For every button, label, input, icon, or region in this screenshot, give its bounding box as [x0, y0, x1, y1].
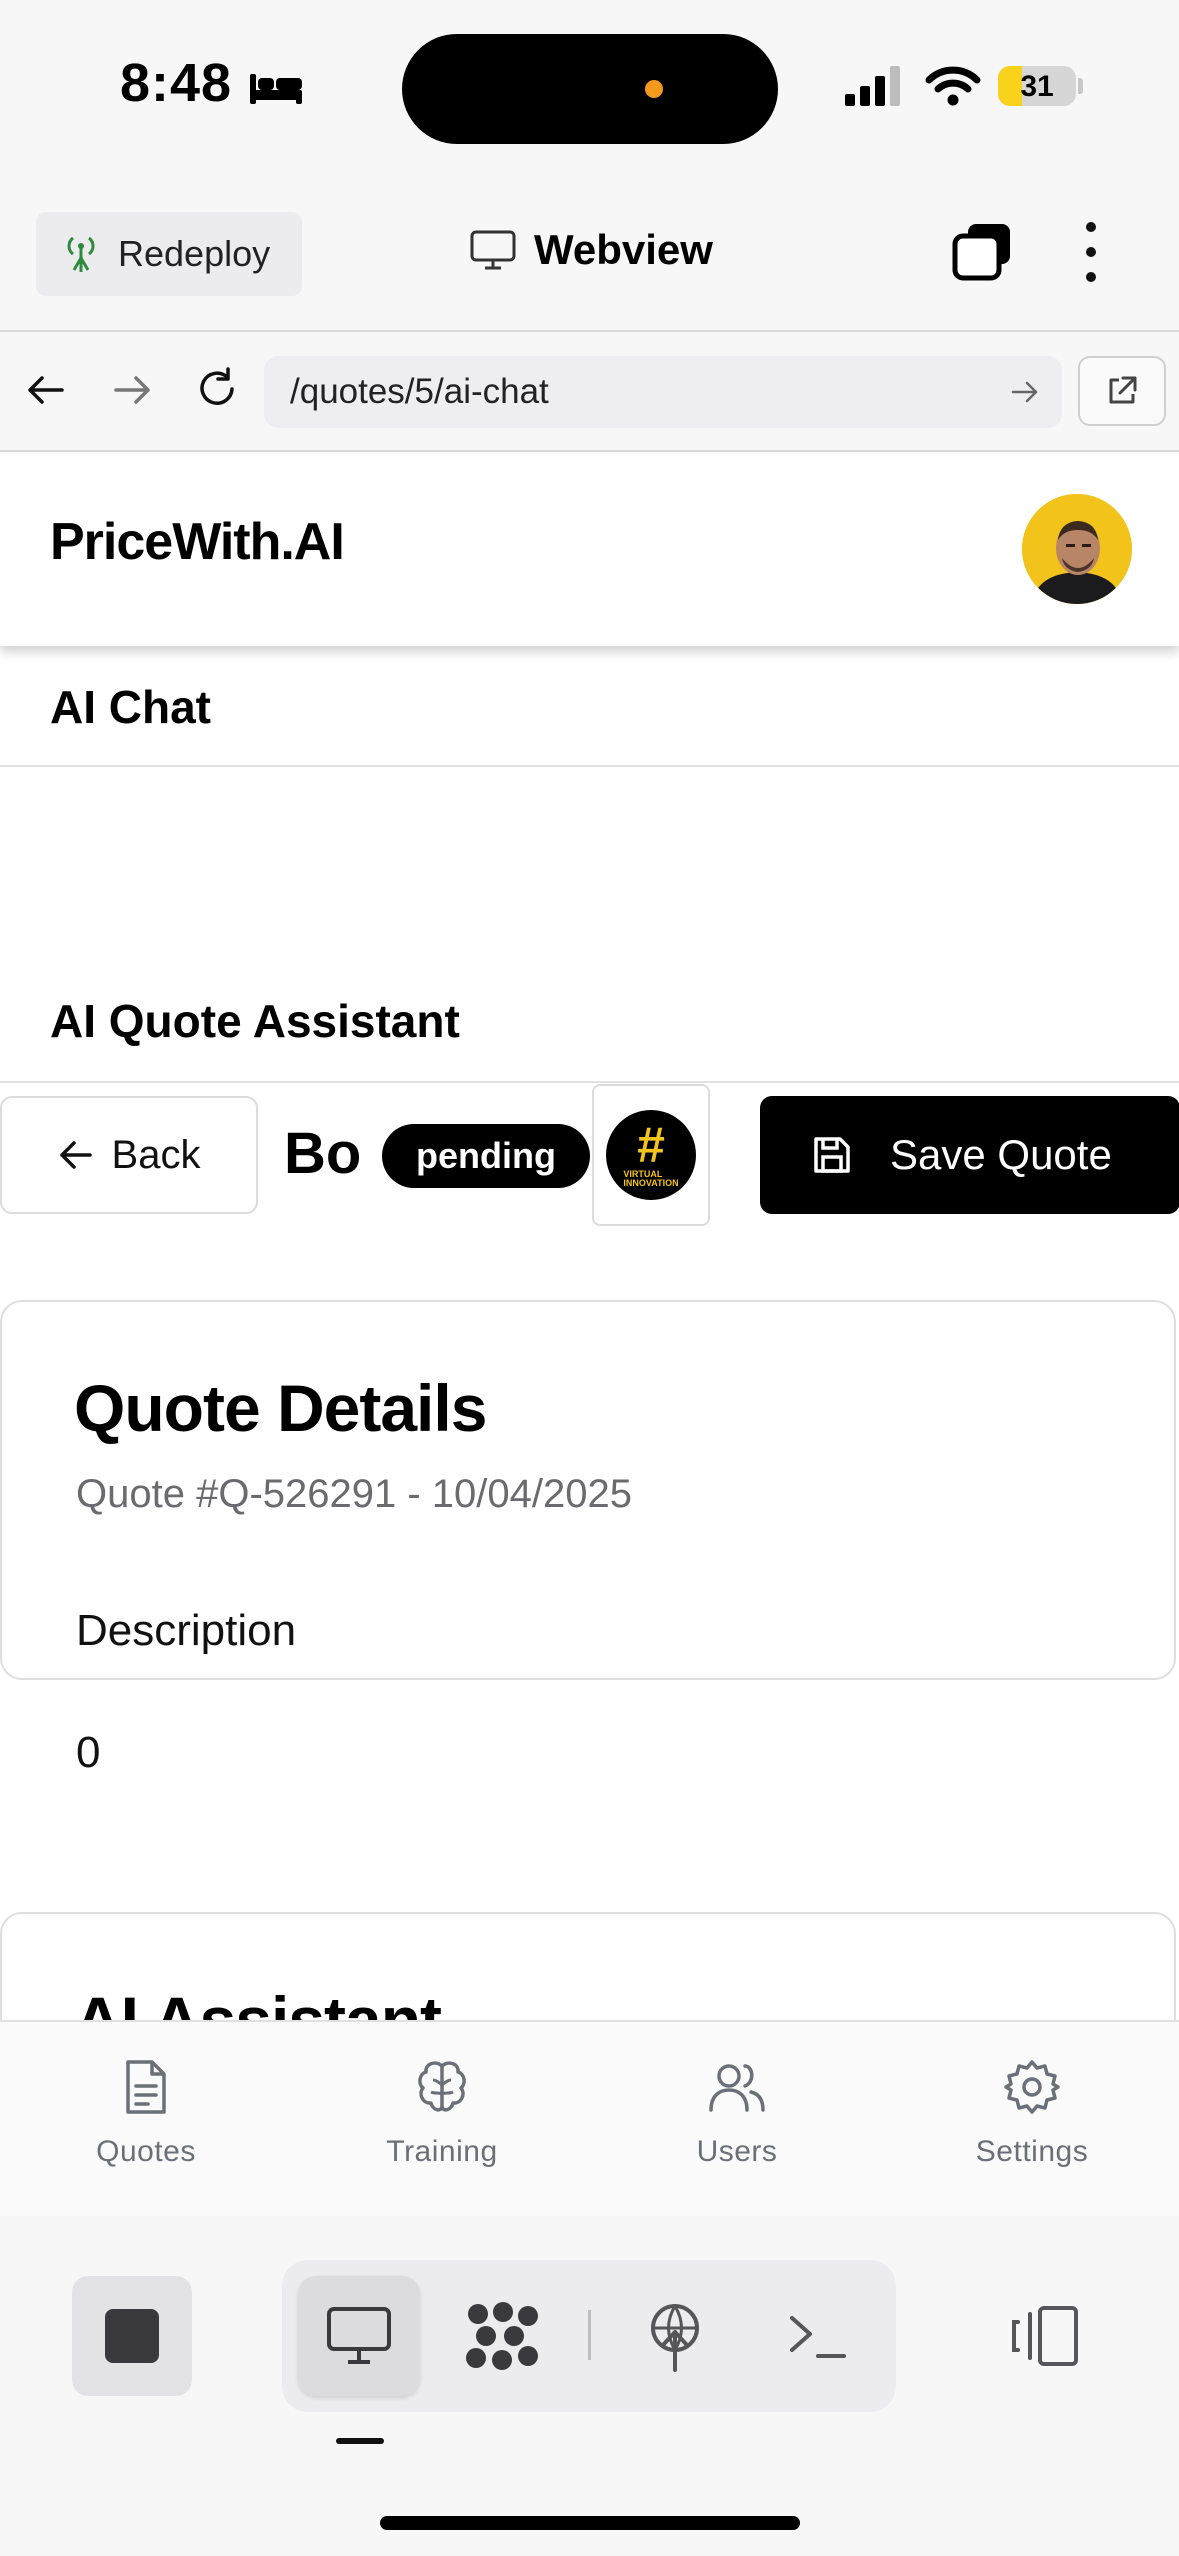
- nav-item-settings[interactable]: Settings: [932, 2058, 1132, 2169]
- browser-back-icon[interactable]: [26, 370, 66, 410]
- cellular-signal-icon: [845, 66, 900, 106]
- webview-title: Webview: [470, 226, 713, 274]
- save-quote-label: Save Quote: [890, 1131, 1112, 1178]
- card-title: AI Assistant: [74, 1983, 442, 2020]
- bottom-nav: Quotes Training Users Settings: [0, 2020, 1179, 2218]
- antenna-icon[interactable]: [642, 2302, 708, 2372]
- divider: [0, 1081, 1179, 1083]
- nav-item-quotes[interactable]: Quotes: [46, 2058, 246, 2169]
- arrow-left-icon: [59, 1141, 92, 1169]
- sleep-focus-icon: [250, 74, 302, 104]
- privacy-indicator: [645, 80, 663, 98]
- save-icon: [814, 1137, 850, 1173]
- webview-page: PriceWith.AI AI Chat AI Quote Assistant …: [0, 452, 1179, 2020]
- avatar[interactable]: [1022, 494, 1132, 604]
- nav-label: Training: [386, 2135, 498, 2168]
- status-badge: pending: [382, 1124, 590, 1188]
- back-button[interactable]: Back: [0, 1096, 258, 1214]
- card-title: Quote Details: [74, 1371, 487, 1445]
- status-time: 8:48: [120, 53, 233, 113]
- url-text: /quotes/5/ai-chat: [290, 372, 549, 411]
- redeploy-button[interactable]: Redeploy: [36, 212, 302, 296]
- document-icon: [126, 2060, 166, 2114]
- stop-button[interactable]: [72, 2276, 192, 2396]
- brand-logo[interactable]: PriceWith.AI: [50, 512, 345, 572]
- monitor-icon: [327, 2307, 391, 2364]
- gear-icon: [1004, 2060, 1060, 2114]
- nav-label: Settings: [975, 2135, 1089, 2168]
- description-value: 0: [76, 1728, 101, 1777]
- company-logo-text: VIRTUAL INNOVATION: [623, 1169, 679, 1188]
- active-tool-indicator: [336, 2438, 384, 2444]
- monitor-icon: [470, 230, 516, 270]
- terminal-icon[interactable]: [788, 2312, 848, 2362]
- divider: [0, 765, 1179, 767]
- more-menu-icon[interactable]: [1080, 222, 1102, 282]
- assistant-title: AI Quote Assistant: [50, 995, 460, 1047]
- external-link-icon: [1109, 376, 1137, 404]
- network-graph-icon[interactable]: [464, 2300, 542, 2372]
- divider: [0, 330, 1179, 332]
- wifi-icon: [925, 66, 981, 106]
- quote-name: Bo: [284, 1121, 362, 1186]
- company-logo-mark: # VIRTUAL INNOVATION: [606, 1110, 696, 1200]
- stop-icon: [105, 2309, 159, 2363]
- home-indicator: [380, 2516, 800, 2530]
- reload-icon[interactable]: [194, 366, 240, 412]
- dynamic-island: [402, 34, 778, 144]
- open-external-button[interactable]: [1078, 356, 1166, 426]
- tabs-icon[interactable]: [952, 222, 1014, 282]
- nav-label: Users: [696, 2135, 778, 2168]
- tool-separator: [588, 2310, 591, 2360]
- nav-label: Quotes: [96, 2135, 196, 2168]
- company-logo[interactable]: # VIRTUAL INNOVATION: [592, 1084, 710, 1226]
- webview-title-text: Webview: [534, 226, 713, 273]
- go-arrow-icon[interactable]: [1010, 377, 1040, 407]
- url-input[interactable]: /quotes/5/ai-chat: [264, 356, 1062, 428]
- back-label: Back: [111, 1132, 201, 1177]
- battery-tip: [1078, 78, 1083, 94]
- users-icon: [709, 2064, 765, 2112]
- nav-item-users[interactable]: Users: [637, 2058, 837, 2169]
- brain-icon: [418, 2061, 466, 2112]
- user-photo: [1022, 494, 1132, 604]
- browser-forward-icon[interactable]: [112, 370, 152, 410]
- description-label: Description: [76, 1606, 297, 1655]
- save-quote-button[interactable]: Save Quote: [760, 1096, 1179, 1214]
- battery-indicator: 31: [998, 66, 1076, 106]
- antenna-icon: [67, 236, 95, 272]
- app-header: PriceWith.AI: [0, 452, 1179, 646]
- battery-percent: 31: [1020, 70, 1054, 103]
- redeploy-label: Redeploy: [118, 233, 271, 274]
- quote-number: Quote #Q-526291 - 10/04/2025: [76, 1472, 632, 1516]
- section-title: AI Chat: [50, 681, 211, 733]
- panel-layout-icon[interactable]: [1010, 2304, 1082, 2368]
- hash-icon: #: [637, 1117, 665, 1173]
- nav-item-training[interactable]: Training: [342, 2058, 542, 2169]
